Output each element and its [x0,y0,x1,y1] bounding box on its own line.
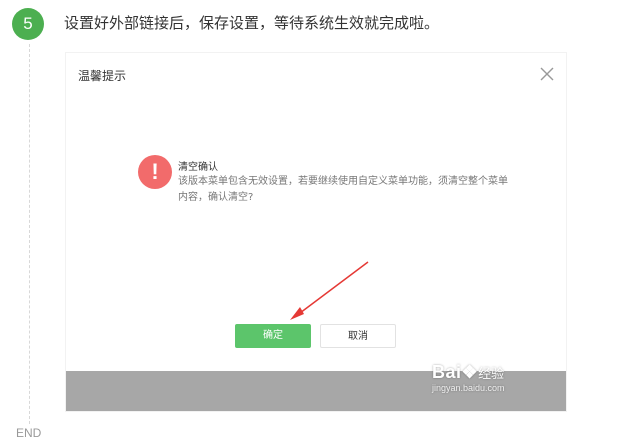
cancel-button[interactable]: 取消 [320,324,396,348]
baidu-jingyan-watermark: Bai❖经验 jingyan.baidu.com [432,362,505,393]
step-number-badge: 5 [12,8,44,40]
close-icon[interactable] [538,65,556,83]
watermark-brand: Bai [432,362,462,382]
timeline-end-label: END [16,426,42,440]
timeline-line [29,44,30,424]
watermark-url: jingyan.baidu.com [432,383,505,393]
step-instruction: 设置好外部链接后，保存设置，等待系统生效就完成啦。 [64,14,440,32]
dialog-title: 温馨提示 [78,69,127,83]
confirm-dialog: 温馨提示 ! 清空确认 该版本菜单包含无效设置，若要继续使用自定义菜单功能，须清… [65,52,567,412]
watermark-suffix: 经验 [478,366,505,381]
confirm-button[interactable]: 确定 [235,324,311,348]
message-title: 清空确认 [178,162,218,173]
warning-icon: ! [138,155,172,189]
paw-icon: ❖ [461,362,479,382]
message-body: 该版本菜单包含无效设置，若要继续使用自定义菜单功能，须清空整个菜单内容，确认清空… [178,176,508,203]
